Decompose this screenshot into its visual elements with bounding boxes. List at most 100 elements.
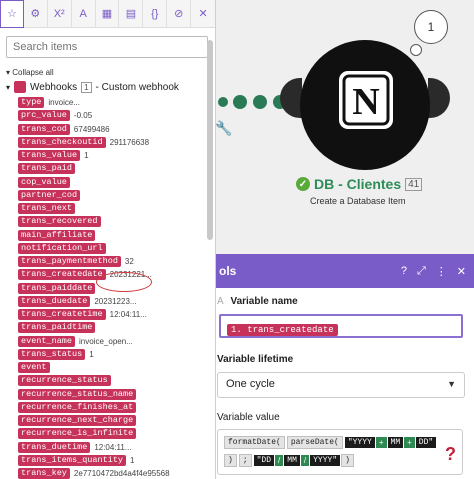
- mapping-item-pill[interactable]: trans_checkoutid: [18, 136, 106, 148]
- module-left-handle[interactable]: [280, 78, 302, 118]
- search-input[interactable]: [6, 36, 208, 58]
- scrollbar[interactable]: [207, 40, 213, 240]
- mapping-item-pill[interactable]: trans_duetime: [18, 441, 91, 453]
- lifetime-select[interactable]: One cycle ▼: [217, 372, 465, 398]
- mapping-item[interactable]: trans_createtime 12:04:11...: [18, 308, 215, 321]
- webhook-name: Webhooks: [30, 81, 78, 93]
- operator-token[interactable]: /: [300, 455, 310, 466]
- operator-token[interactable]: /: [275, 455, 284, 466]
- mapping-item-pill[interactable]: notification_url: [18, 242, 106, 254]
- mapping-item-pill[interactable]: trans_key: [18, 468, 70, 479]
- mapping-item[interactable]: recurrence_status_name: [18, 388, 215, 401]
- mapping-item-pill[interactable]: trans_paidtime: [18, 322, 96, 334]
- mapping-item-pill[interactable]: trans_value: [18, 150, 81, 162]
- operator-token[interactable]: +: [375, 437, 387, 448]
- literal-token[interactable]: MM: [284, 455, 300, 466]
- mapping-item[interactable]: trans_paymentmethod 32: [18, 255, 215, 268]
- table-icon[interactable]: ▤: [119, 0, 144, 28]
- mapping-item-pill[interactable]: trans_createtime: [18, 309, 106, 321]
- webhook-module-header[interactable]: ▾ Webhooks 1 - Custom webhook: [6, 81, 215, 93]
- superscript-icon[interactable]: X²: [48, 0, 72, 28]
- mapping-item[interactable]: type invoice...: [18, 96, 215, 109]
- mapping-item-pill[interactable]: recurrence_finishes_at: [18, 401, 137, 413]
- mapping-item[interactable]: cop_value: [18, 176, 215, 189]
- close-icon[interactable]: ✕: [457, 265, 466, 278]
- function-token[interactable]: ;: [238, 454, 252, 467]
- mapping-item[interactable]: trans_paid: [18, 162, 215, 175]
- braces-icon[interactable]: {}: [143, 0, 168, 28]
- mapping-item-pill[interactable]: recurrence_status: [18, 375, 111, 387]
- mapping-item-value: 67499486: [73, 124, 110, 134]
- mapping-item[interactable]: trans_duetime 12:04:11...: [18, 441, 215, 454]
- collapse-all-link[interactable]: ▾ Collapse all: [6, 68, 215, 77]
- mapping-item-pill[interactable]: event_name: [18, 335, 76, 347]
- tag-icon[interactable]: ⊘: [167, 0, 192, 28]
- operations-count-bubble[interactable]: 1: [414, 10, 448, 44]
- function-token[interactable]: ): [224, 454, 237, 467]
- mapping-item-pill[interactable]: cop_value: [18, 176, 70, 188]
- mapping-item-pill[interactable]: partner_cod: [18, 189, 81, 201]
- mapping-item-pill[interactable]: trans_createdate: [18, 269, 106, 281]
- more-icon[interactable]: ⋮: [436, 265, 447, 278]
- webhook-subtitle: - Custom webhook: [95, 81, 179, 93]
- mapping-item[interactable]: trans_cod 67499486: [18, 123, 215, 136]
- variable-name-pill[interactable]: 1. trans_createdate: [227, 324, 338, 336]
- mapping-item[interactable]: recurrence_is_infinite: [18, 427, 215, 440]
- mapping-item[interactable]: event: [18, 361, 215, 374]
- mapping-item[interactable]: trans_next: [18, 202, 215, 215]
- question-icon[interactable]: ?: [401, 265, 407, 277]
- star-icon[interactable]: ☆: [0, 0, 24, 28]
- function-token[interactable]: parseDate(: [286, 436, 343, 449]
- mapping-item-pill[interactable]: trans_cod: [18, 123, 70, 135]
- mapping-item-pill[interactable]: trans_items_quantity: [18, 454, 127, 466]
- mapping-item[interactable]: main_affiliate: [18, 229, 215, 242]
- mapping-item-pill[interactable]: prc_value: [18, 110, 70, 122]
- operator-token[interactable]: +: [404, 437, 415, 448]
- function-token[interactable]: ): [341, 454, 354, 467]
- expand-icon[interactable]: ⤢: [417, 265, 426, 278]
- mapping-item[interactable]: trans_status 1: [18, 348, 215, 361]
- mapping-item-pill[interactable]: trans_paiddate: [18, 282, 96, 294]
- mapping-item[interactable]: trans_items_quantity 1: [18, 454, 215, 467]
- mapping-item[interactable]: trans_duedate 20231223...: [18, 295, 215, 308]
- mapping-item-pill[interactable]: recurrence_next_charge: [18, 415, 137, 427]
- mapping-item-pill[interactable]: trans_paid: [18, 163, 76, 175]
- close-icon[interactable]: ✕: [191, 0, 215, 28]
- literal-token[interactable]: MM: [387, 437, 404, 448]
- literal-token[interactable]: "DD: [253, 455, 275, 466]
- module-right-handle[interactable]: [428, 78, 450, 118]
- mapping-item-pill[interactable]: trans_paymentmethod: [18, 256, 121, 268]
- mapping-item[interactable]: event_name invoice_open...: [18, 335, 215, 348]
- mapping-item[interactable]: prc_value -0.05: [18, 109, 215, 122]
- variable-value-input[interactable]: formatDate( parseDate( "YYYY + MM + DD" …: [217, 429, 463, 475]
- literal-token[interactable]: "YYYY: [344, 437, 375, 448]
- literal-token[interactable]: DD": [415, 437, 437, 448]
- variable-name-input[interactable]: 1. trans_createdate: [219, 314, 463, 338]
- mapping-item-pill[interactable]: trans_next: [18, 203, 76, 215]
- calendar-icon[interactable]: ▦: [96, 0, 120, 28]
- mapping-item-pill[interactable]: main_affiliate: [18, 229, 96, 241]
- mapping-item[interactable]: trans_recovered: [18, 215, 215, 228]
- mapping-item[interactable]: trans_checkoutid 291176638: [18, 136, 215, 149]
- mapping-item[interactable]: recurrence_next_charge: [18, 414, 215, 427]
- mapping-item-pill[interactable]: trans_recovered: [18, 216, 101, 228]
- mapping-item[interactable]: notification_url: [18, 242, 215, 255]
- wrench-icon[interactable]: 🔧: [215, 120, 232, 137]
- mapping-item[interactable]: trans_key2e7710472bd4a4f4e955687...: [18, 467, 215, 479]
- mapping-item[interactable]: partner_cod: [18, 189, 215, 202]
- mapping-item[interactable]: recurrence_status: [18, 374, 215, 387]
- mapping-item-pill[interactable]: event: [18, 362, 50, 374]
- mapping-item[interactable]: recurrence_finishes_at: [18, 401, 215, 414]
- text-icon[interactable]: A: [72, 0, 96, 28]
- mapping-item-pill[interactable]: recurrence_is_infinite: [18, 428, 137, 440]
- module-title[interactable]: ✓ DB - Clientes 41: [296, 176, 423, 192]
- mapping-item-pill[interactable]: recurrence_status_name: [18, 388, 137, 400]
- mapping-item-pill[interactable]: type: [18, 97, 45, 109]
- mapping-item[interactable]: trans_value 1: [18, 149, 215, 162]
- function-token[interactable]: formatDate(: [224, 436, 285, 449]
- mapping-item[interactable]: trans_paidtime: [18, 321, 215, 334]
- mapping-item-pill[interactable]: trans_duedate: [18, 295, 91, 307]
- literal-token[interactable]: YYYY": [310, 455, 341, 466]
- settings-icon[interactable]: ⚙: [24, 0, 48, 28]
- mapping-item-pill[interactable]: trans_status: [18, 348, 86, 360]
